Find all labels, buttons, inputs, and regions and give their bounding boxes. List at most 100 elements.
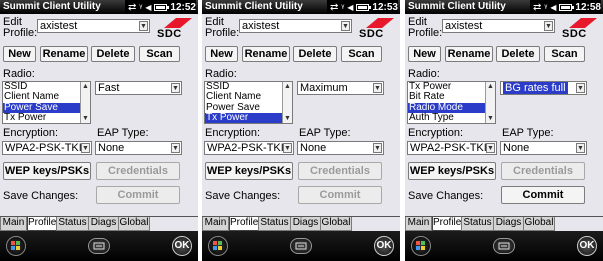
wep-keys-button[interactable]: WEP keys/PSKs (205, 162, 293, 180)
commit-button[interactable]: Commit (96, 186, 180, 204)
radio-settings-list[interactable]: Tx Power Bit Rate Radio Mode Auth Type ▲ ▼ (407, 81, 496, 124)
chevron-down-icon[interactable]: ▼ (171, 143, 180, 153)
list-item[interactable]: Tx Power (205, 112, 292, 123)
encryption-select[interactable]: WPA2-PSK-TKIP ▼ (204, 141, 294, 155)
ok-button[interactable]: OK (577, 236, 597, 256)
chevron-down-icon[interactable]: ▼ (544, 21, 553, 31)
chevron-down-icon[interactable]: ▼ (341, 21, 350, 31)
tab-main[interactable]: Main (202, 217, 229, 231)
tab-profile[interactable]: Profile (27, 217, 57, 231)
scroll-up-icon[interactable]: ▲ (81, 82, 90, 91)
scan-button[interactable]: Scan (341, 46, 382, 62)
rename-button[interactable]: Rename (242, 46, 290, 62)
scroll-down-icon[interactable]: ▼ (283, 114, 292, 123)
rename-button[interactable]: Rename (445, 46, 493, 62)
setting-value-select[interactable]: BG rates full ▼ (500, 81, 587, 95)
scrollbar[interactable]: ▲ ▼ (80, 82, 90, 123)
app-title: Summit Client Utility (3, 1, 101, 12)
tab-diags[interactable]: Diags (88, 217, 119, 231)
chevron-down-icon[interactable]: ▼ (283, 143, 292, 153)
tab-global[interactable]: Global (118, 217, 150, 231)
clock[interactable]: 12:52 (170, 2, 196, 13)
wep-keys-button[interactable]: WEP keys/PSKs (408, 162, 496, 180)
credentials-button[interactable]: Credentials (501, 162, 585, 180)
scroll-up-icon[interactable]: ▲ (283, 82, 292, 91)
setting-value-select[interactable]: Maximum ▼ (297, 81, 384, 95)
radio-settings-list[interactable]: SSID Client Name Power Save Tx Power ▲ ▼ (204, 81, 293, 124)
windows-start-icon[interactable] (411, 236, 431, 256)
credentials-button[interactable]: Credentials (298, 162, 382, 180)
credentials-button[interactable]: Credentials (96, 162, 180, 180)
new-button[interactable]: New (205, 46, 238, 62)
scan-button[interactable]: Scan (139, 46, 180, 62)
scroll-up-icon[interactable]: ▲ (486, 82, 495, 91)
ok-button[interactable]: OK (172, 236, 192, 256)
keyboard-icon[interactable] (290, 238, 312, 254)
signal-icon: ᵞ (544, 2, 548, 12)
setting-value: Maximum (300, 82, 348, 94)
tab-main[interactable]: Main (0, 217, 27, 231)
keyboard-icon[interactable] (493, 238, 515, 254)
chevron-down-icon[interactable]: ▼ (373, 143, 382, 153)
tab-profile[interactable]: Profile (229, 217, 259, 231)
eap-type-select[interactable]: None ▼ (297, 141, 384, 155)
tab-main[interactable]: Main (405, 217, 432, 231)
eap-type-select[interactable]: None ▼ (500, 141, 587, 155)
device-screen: Summit Client Utility ⇄ ᵞ ◀ 12:52 Edit Profile… (0, 0, 198, 261)
scroll-down-icon[interactable]: ▼ (81, 114, 90, 123)
chevron-down-icon[interactable]: ▼ (139, 21, 148, 31)
app-title: Summit Client Utility (408, 1, 506, 12)
tab-strip: Main Profile Status Diags Global (202, 216, 400, 231)
profile-label: Profile: (408, 27, 443, 39)
wep-keys-button[interactable]: WEP keys/PSKs (3, 162, 91, 180)
scrollbar[interactable]: ▲ ▼ (485, 82, 495, 123)
delete-button[interactable]: Delete (293, 46, 337, 62)
eap-type-label: EAP Type: (502, 127, 554, 139)
delete-button[interactable]: Delete (91, 46, 135, 62)
chevron-down-icon[interactable]: ▼ (576, 83, 585, 93)
rename-button[interactable]: Rename (40, 46, 88, 62)
commit-button[interactable]: Commit (298, 186, 382, 204)
clock[interactable]: 12:53 (372, 2, 398, 13)
tab-diags[interactable]: Diags (493, 217, 524, 231)
list-item[interactable]: Auth Type (408, 112, 495, 123)
scrollbar[interactable]: ▲ ▼ (282, 82, 292, 123)
chevron-down-icon[interactable]: ▼ (171, 83, 180, 93)
encryption-select[interactable]: WPA2-PSK-TKIP ▼ (2, 141, 92, 155)
delete-button[interactable]: Delete (496, 46, 540, 62)
tab-status[interactable]: Status (56, 217, 89, 231)
tab-status[interactable]: Status (258, 217, 291, 231)
commit-button[interactable]: Commit (501, 186, 585, 204)
tab-global[interactable]: Global (320, 217, 352, 231)
setting-value-select[interactable]: Fast ▼ (95, 81, 182, 95)
tab-status[interactable]: Status (461, 217, 494, 231)
scroll-down-icon[interactable]: ▼ (486, 114, 495, 123)
new-button[interactable]: New (3, 46, 36, 62)
encryption-select[interactable]: WPA2-PSK-TKIP ▼ (407, 141, 497, 155)
new-button[interactable]: New (408, 46, 441, 62)
profile-select[interactable]: axistest ▼ (37, 19, 150, 33)
scan-button[interactable]: Scan (544, 46, 585, 62)
chevron-down-icon[interactable]: ▼ (576, 143, 585, 153)
keyboard-icon[interactable] (88, 238, 110, 254)
clock[interactable]: 12:58 (575, 2, 601, 13)
eap-type-select[interactable]: None ▼ (95, 141, 182, 155)
radio-label: Radio: (408, 68, 440, 80)
chevron-down-icon[interactable]: ▼ (373, 83, 382, 93)
profile-select[interactable]: axistest ▼ (442, 19, 555, 33)
tab-diags[interactable]: Diags (290, 217, 321, 231)
chevron-down-icon[interactable]: ▼ (486, 143, 495, 153)
tab-global[interactable]: Global (523, 217, 555, 231)
sdc-logo: SDC (356, 15, 396, 41)
radio-settings-list[interactable]: SSID Client Name Power Save Tx Power ▲ ▼ (2, 81, 91, 124)
tab-profile[interactable]: Profile (432, 217, 462, 231)
save-changes-label: Save Changes: (408, 190, 484, 202)
ok-button[interactable]: OK (374, 236, 394, 256)
logo-text: SDC (359, 28, 384, 40)
windows-start-icon[interactable] (6, 236, 26, 256)
profile-select[interactable]: axistest ▼ (239, 19, 352, 33)
device-screen: Summit Client Utility ⇄ ᵞ ◀ 12:58 Edit Profile… (405, 0, 603, 261)
chevron-down-icon[interactable]: ▼ (81, 143, 90, 153)
windows-start-icon[interactable] (208, 236, 228, 256)
list-item[interactable]: Tx Power (3, 112, 90, 123)
